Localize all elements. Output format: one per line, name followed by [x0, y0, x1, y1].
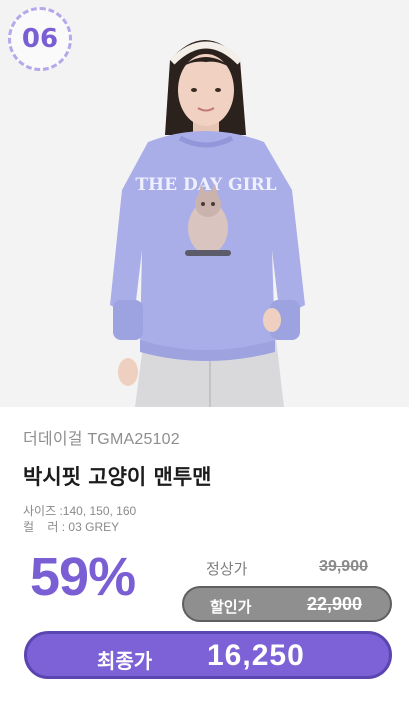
item-number: 06: [21, 24, 59, 54]
item-number-badge: 06: [8, 7, 72, 71]
regular-price-label: 정상가: [206, 561, 248, 578]
discount-rate: 59%: [30, 547, 136, 607]
final-price: 16,250: [207, 639, 305, 672]
product-info: 더데이걸 TGMA25102 박시핏 고양이 맨투맨 사이즈 : 140, 15…: [23, 425, 393, 535]
size-label: 사이즈 :: [23, 504, 63, 518]
product-photo: THE DAY GIRL 06: [0, 0, 409, 407]
regular-price-row: 정상가 39,900: [206, 558, 376, 578]
size-row: 사이즈 : 140, 150, 160: [23, 503, 393, 519]
final-price-label: 최종가: [97, 651, 153, 673]
size-values: 140, 150, 160: [62, 504, 137, 518]
color-label: 컬 러 :: [23, 520, 69, 534]
color-value: 03 GREY: [68, 520, 120, 534]
final-price-button[interactable]: 최종가 16,250: [24, 631, 392, 679]
sale-price: 22,900: [306, 594, 362, 614]
brand-code: 더데이걸 TGMA25102: [23, 431, 180, 448]
color-row: 컬 러 : 03 GREY: [23, 519, 393, 535]
product-specs: 사이즈 : 140, 150, 160 컬 러 : 03 GREY: [23, 503, 393, 535]
sale-price-pill: 할인가 22,900: [182, 586, 392, 622]
product-name[interactable]: 박시핏 고양이 맨투맨: [23, 461, 393, 491]
sale-price-label: 할인가: [210, 599, 252, 616]
regular-price: 39,900: [319, 558, 368, 575]
